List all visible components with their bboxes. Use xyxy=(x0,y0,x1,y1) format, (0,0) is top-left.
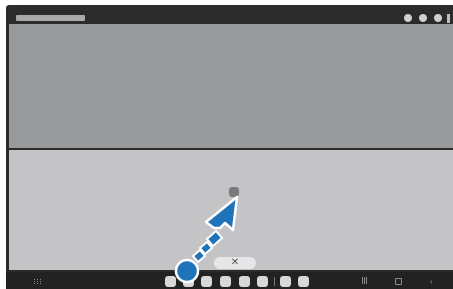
device-screen: ✕ ‹ xyxy=(0,0,453,289)
gesture-overlay xyxy=(174,195,239,284)
arrow-head xyxy=(204,195,239,232)
touch-point-icon xyxy=(174,258,200,284)
drag-arrow-icon xyxy=(191,195,239,264)
